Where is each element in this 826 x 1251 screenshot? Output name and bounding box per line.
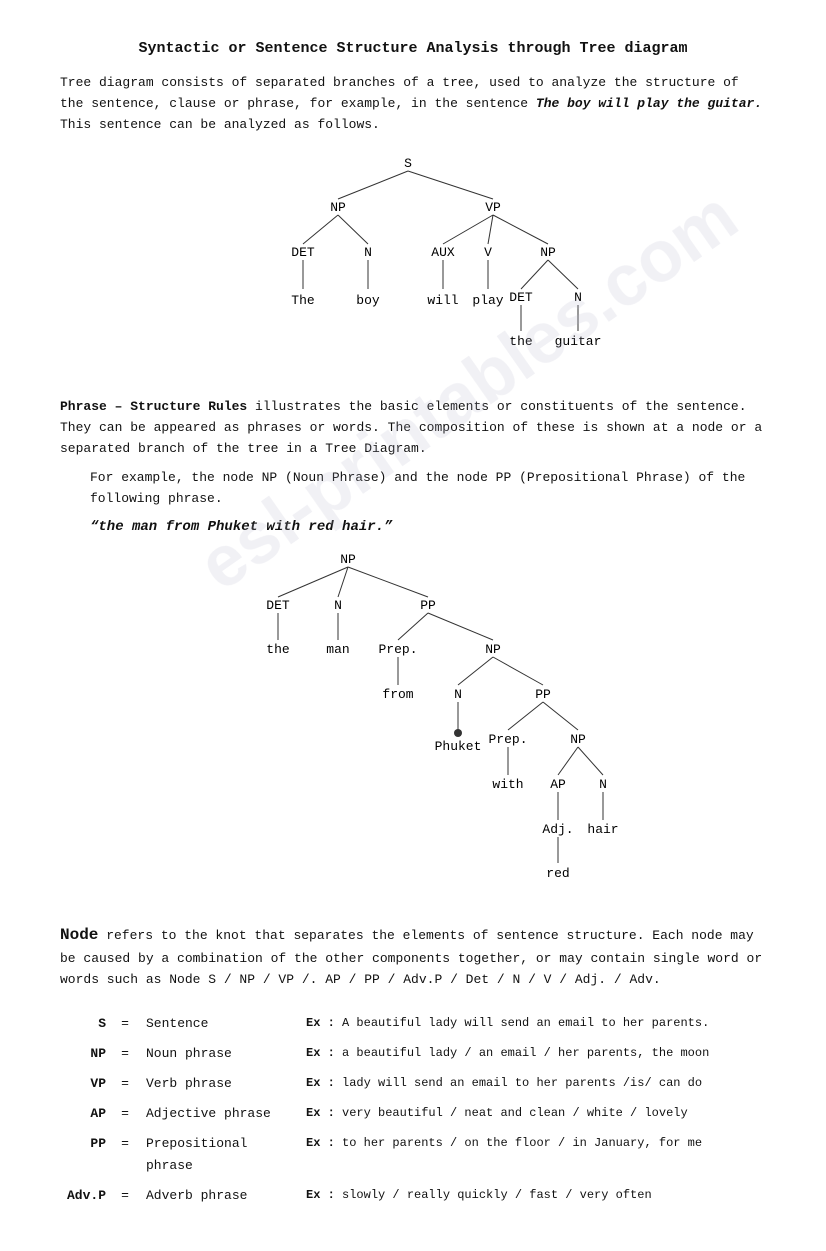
svg-text:Phuket: Phuket: [435, 739, 482, 754]
svg-text:N: N: [574, 290, 582, 305]
ex-label: Ex :: [306, 1188, 335, 1202]
abbr-cell: VP: [60, 1069, 110, 1099]
svg-text:N: N: [599, 777, 607, 792]
svg-text:DET: DET: [509, 290, 533, 305]
node-body: refers to the knot that separates the el…: [60, 928, 762, 986]
eq-cell: =: [110, 1181, 140, 1211]
svg-text:PP: PP: [420, 598, 436, 613]
example-cell: Ex : a beautiful lady / an email / her p…: [300, 1039, 766, 1069]
eq-cell: =: [110, 1129, 140, 1181]
example-cell: Ex : lady will send an email to her pare…: [300, 1069, 766, 1099]
svg-text:man: man: [326, 642, 349, 657]
svg-text:AP: AP: [550, 777, 566, 792]
svg-text:DET: DET: [291, 245, 315, 260]
node-section: Node refers to the knot that separates t…: [60, 923, 766, 990]
svg-text:S: S: [404, 156, 412, 171]
eq-cell: =: [110, 1099, 140, 1129]
svg-text:PP: PP: [535, 687, 551, 702]
svg-text:V: V: [484, 245, 492, 260]
example-phrase: “the man from Phuket with red hair.”: [90, 519, 766, 535]
phrase-structure-header: Phrase – Structure Rules: [60, 399, 247, 414]
svg-text:hair: hair: [587, 822, 618, 837]
ex-label: Ex :: [306, 1046, 335, 1060]
tree-svg-1: S NP VP DET N AUX V NP: [203, 149, 623, 379]
svg-text:NP: NP: [540, 245, 556, 260]
intro-italic: The boy will play the guitar.: [536, 96, 762, 111]
name-cell: Sentence: [140, 1009, 300, 1039]
example-cell: Ex : very beautiful / neat and clean / w…: [300, 1099, 766, 1129]
abbr-cell: PP: [60, 1129, 110, 1181]
tree-diagram-2: NP DET N PP the man Prep. NP from N PP: [60, 545, 766, 905]
name-cell: Adjective phrase: [140, 1099, 300, 1129]
svg-text:NP: NP: [485, 642, 501, 657]
ex-label: Ex :: [306, 1016, 335, 1030]
svg-text:Adj.: Adj.: [542, 822, 573, 837]
eq-cell: =: [110, 1069, 140, 1099]
example-cell: Ex : A beautiful lady will send an email…: [300, 1009, 766, 1039]
tree-diagram-1: S NP VP DET N AUX V NP: [60, 149, 766, 379]
abbr-cell: S: [60, 1009, 110, 1039]
phrase-structure-body2: For example, the node NP (Noun Phrase) a…: [60, 468, 766, 510]
svg-text:VP: VP: [485, 200, 501, 215]
page-title: Syntactic or Sentence Structure Analysis…: [60, 40, 766, 57]
svg-text:the: the: [509, 334, 532, 349]
name-cell: Prepositional phrase: [140, 1129, 300, 1181]
table-row: PP = Prepositional phrase Ex : to her pa…: [60, 1129, 766, 1181]
svg-text:will: will: [427, 293, 458, 308]
tree-svg-2: NP DET N PP the man Prep. NP from N PP: [203, 545, 623, 905]
intro-paragraph: Tree diagram consists of separated branc…: [60, 73, 766, 135]
svg-text:red: red: [546, 866, 569, 881]
table-row: AP = Adjective phrase Ex : very beautifu…: [60, 1099, 766, 1129]
svg-text:from: from: [382, 687, 413, 702]
eq-cell: =: [110, 1009, 140, 1039]
name-cell: Verb phrase: [140, 1069, 300, 1099]
svg-text:NP: NP: [340, 552, 356, 567]
svg-text:NP: NP: [570, 732, 586, 747]
eq-cell: =: [110, 1039, 140, 1069]
svg-text:boy: boy: [356, 293, 380, 308]
example-cell: Ex : slowly / really quickly / fast / ve…: [300, 1181, 766, 1211]
svg-text:NP: NP: [330, 200, 346, 215]
svg-text:play: play: [472, 293, 503, 308]
table-row: VP = Verb phrase Ex : lady will send an …: [60, 1069, 766, 1099]
ex-label: Ex :: [306, 1136, 335, 1150]
svg-text:the: the: [266, 642, 289, 657]
table-row: Adv.P = Adverb phrase Ex : slowly / real…: [60, 1181, 766, 1211]
intro-end: This sentence can be analyzed as follows…: [60, 117, 380, 132]
svg-text:guitar: guitar: [555, 334, 602, 349]
name-cell: Noun phrase: [140, 1039, 300, 1069]
abbr-cell: NP: [60, 1039, 110, 1069]
ex-label: Ex :: [306, 1106, 335, 1120]
phrase-table: S = Sentence Ex : A beautiful lady will …: [60, 1009, 766, 1212]
svg-text:Prep.: Prep.: [378, 642, 417, 657]
svg-text:DET: DET: [266, 598, 290, 613]
svg-text:N: N: [334, 598, 342, 613]
node-header: Node: [60, 926, 98, 944]
phrase-structure-section: Phrase – Structure Rules illustrates the…: [60, 397, 766, 459]
abbr-cell: Adv.P: [60, 1181, 110, 1211]
svg-text:N: N: [454, 687, 462, 702]
svg-text:Prep.: Prep.: [488, 732, 527, 747]
name-cell: Adverb phrase: [140, 1181, 300, 1211]
svg-text:AUX: AUX: [431, 245, 455, 260]
svg-text:N: N: [364, 245, 372, 260]
abbr-cell: AP: [60, 1099, 110, 1129]
example-cell: Ex : to her parents / on the floor / in …: [300, 1129, 766, 1181]
svg-text:The: The: [291, 293, 314, 308]
svg-text:with: with: [492, 777, 523, 792]
table-row: S = Sentence Ex : A beautiful lady will …: [60, 1009, 766, 1039]
ex-label: Ex :: [306, 1076, 335, 1090]
table-row: NP = Noun phrase Ex : a beautiful lady /…: [60, 1039, 766, 1069]
